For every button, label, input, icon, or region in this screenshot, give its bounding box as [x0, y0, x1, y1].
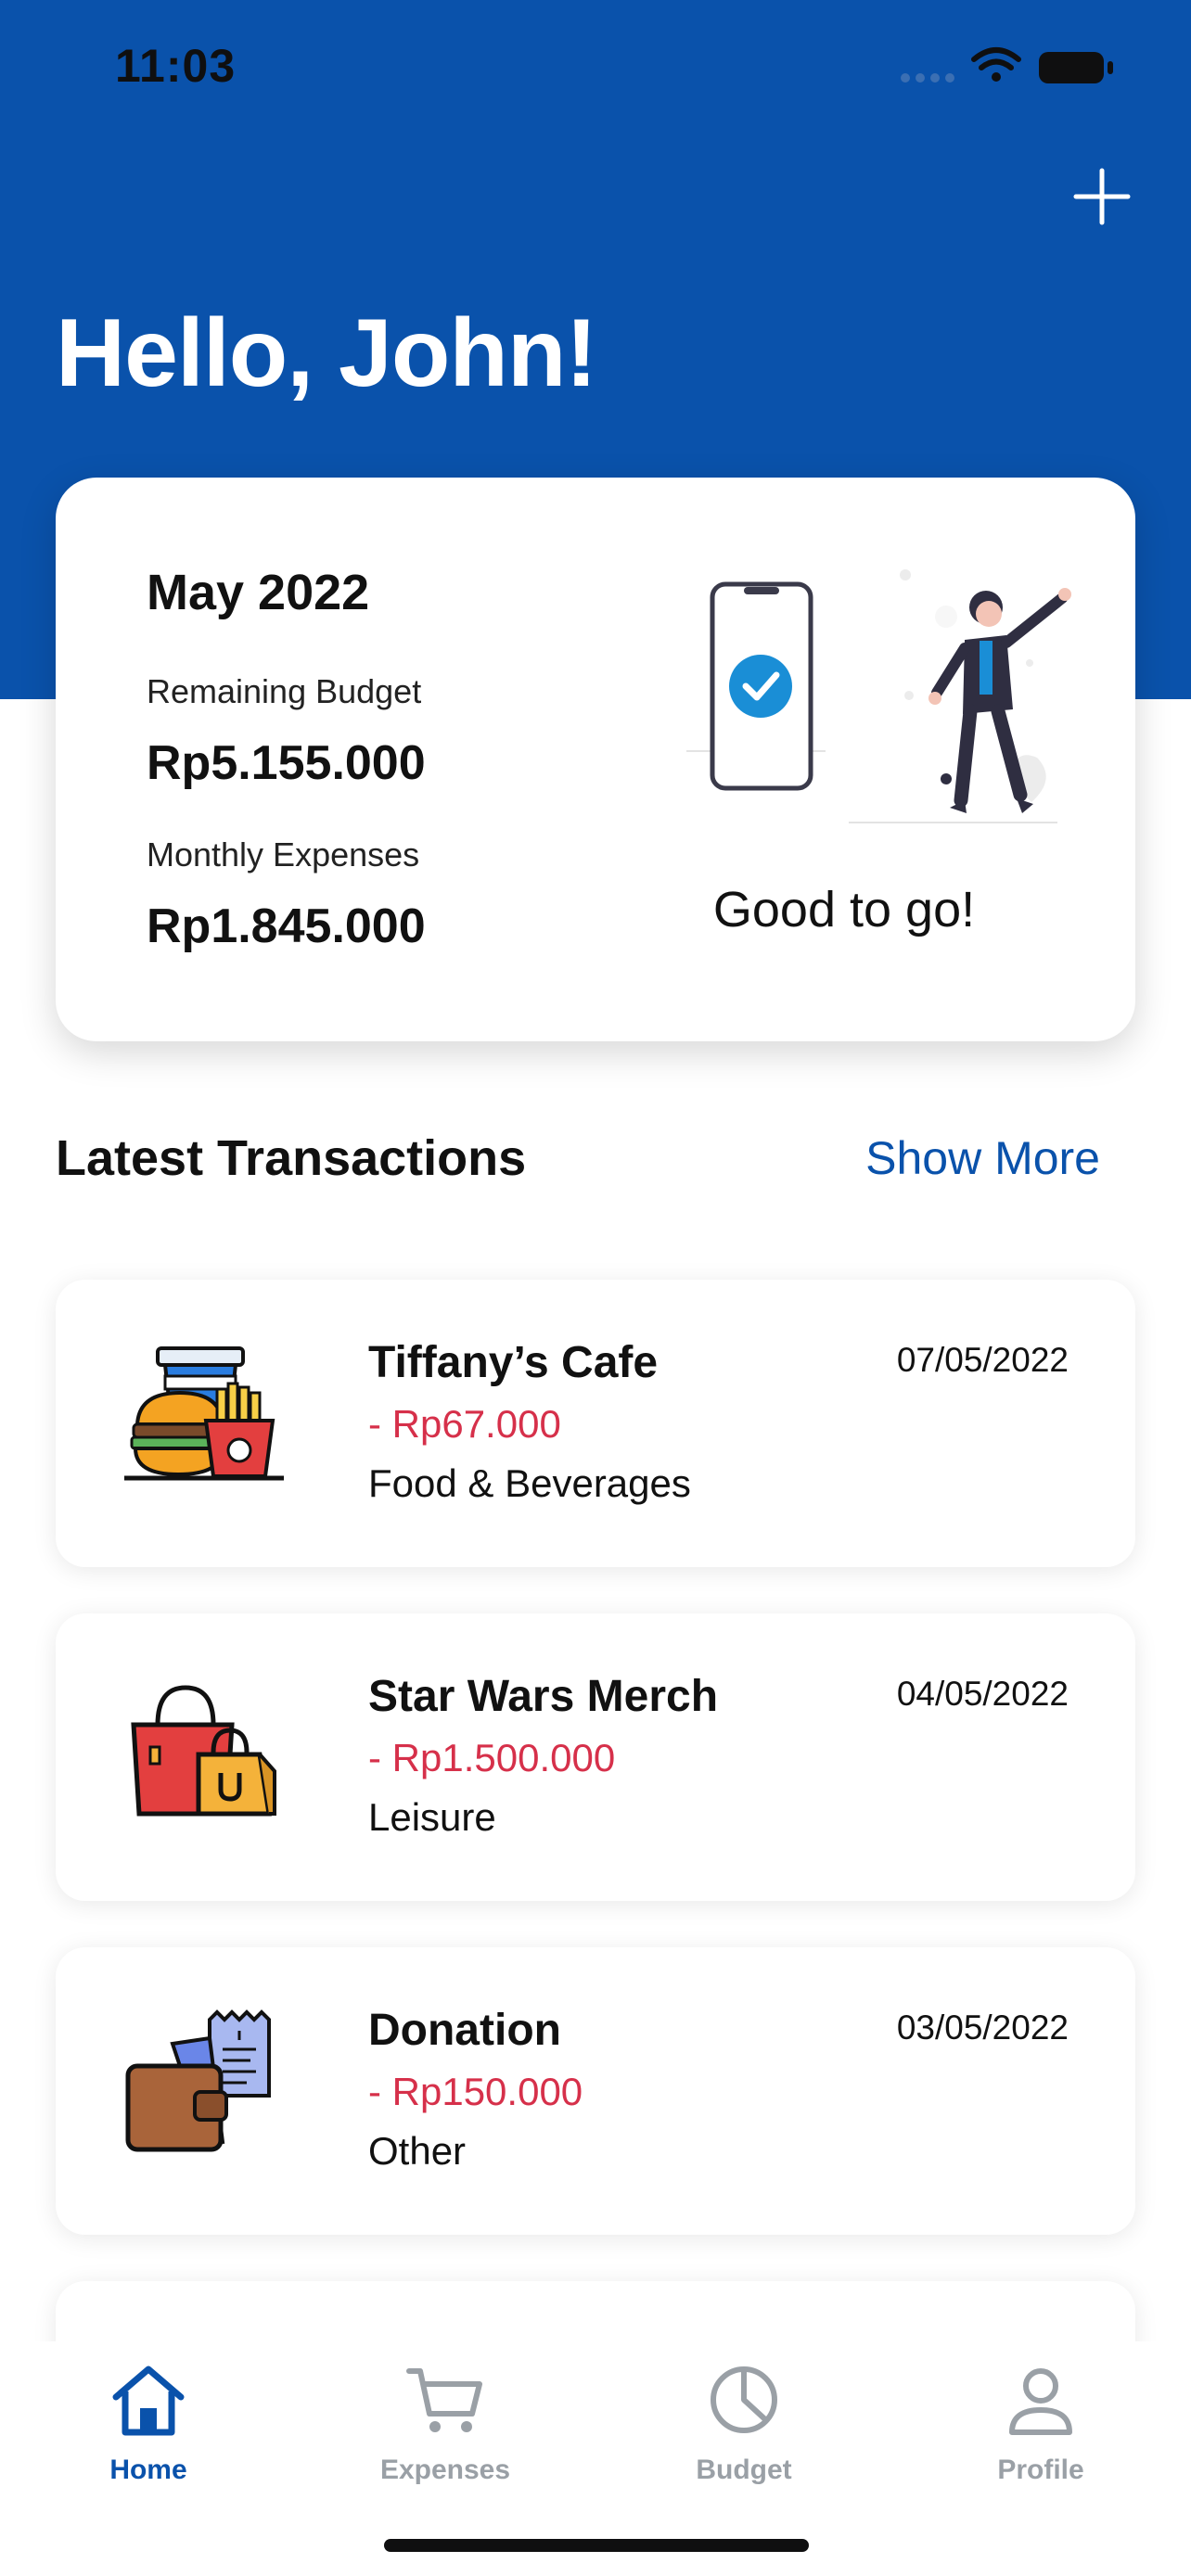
transaction-date: 04/05/2022 — [896, 1675, 1069, 1713]
transaction-name: Star Wars Merch — [368, 1672, 719, 1721]
latest-transactions-title: Latest Transactions — [56, 1130, 527, 1186]
transaction-amount: - Rp150.000 — [368, 2070, 583, 2113]
transaction-card[interactable]: Tiffany’s Cafe - Rp67.000 Food & Beverag… — [56, 1280, 1135, 1567]
transaction-category: Food & Beverages — [368, 1461, 691, 1505]
transaction-card[interactable]: Donation - Rp150.000 Other 03/05/2022 — [56, 1947, 1135, 2235]
transaction-category: Other — [368, 2129, 467, 2173]
summary-month: May 2022 — [147, 565, 370, 620]
remaining-budget-value: Rp5.155.000 — [147, 736, 426, 790]
transaction-amount: - Rp67.000 — [368, 1402, 561, 1446]
phone-check-illustration — [686, 569, 1071, 823]
status-icons — [901, 47, 1113, 83]
transaction-name: Tiffany’s Cafe — [368, 1338, 659, 1387]
user-icon — [1009, 2368, 1072, 2435]
food-icon — [124, 1346, 284, 1481]
plus-icon — [1073, 168, 1131, 225]
transaction-card[interactable]: Star Wars Merch - Rp1.500.000 Leisure 04… — [56, 1613, 1135, 1901]
status-time: 11:03 — [115, 40, 237, 92]
tab-expenses[interactable]: Expenses — [343, 2358, 547, 2497]
battery-icon — [1039, 52, 1113, 83]
transaction-amount: - Rp1.500.000 — [368, 1736, 616, 1779]
budget-summary-card: May 2022 Remaining Budget Rp5.155.000 Mo… — [56, 478, 1135, 1041]
transaction-category: Leisure — [368, 1795, 496, 1839]
tab-label: Expenses — [379, 2455, 511, 2485]
home-icon — [112, 2366, 185, 2436]
tab-label: Budget — [696, 2455, 792, 2485]
tab-profile[interactable]: Profile — [939, 2358, 1143, 2497]
wallet-receipt-icon — [125, 2009, 271, 2152]
wifi-dot-icon — [992, 72, 1001, 82]
monthly-expenses-label: Monthly Expenses — [147, 835, 420, 874]
greeting-title: Hello, John! — [56, 300, 597, 407]
transaction-date: 03/05/2022 — [896, 2009, 1069, 2047]
tab-label: Home — [109, 2455, 187, 2485]
monthly-expenses-value: Rp1.845.000 — [147, 899, 426, 953]
tab-home[interactable]: Home — [46, 2358, 250, 2497]
add-button[interactable] — [1069, 163, 1135, 230]
pie-chart-icon — [711, 2366, 777, 2433]
transaction-date: 07/05/2022 — [896, 1341, 1069, 1379]
signal-icon — [901, 73, 954, 83]
budget-status-text: Good to go! — [712, 882, 976, 937]
shopping-bags-icon — [131, 1685, 276, 1817]
tab-budget[interactable]: Budget — [642, 2358, 846, 2497]
show-more-link[interactable]: Show More — [865, 1131, 1100, 1185]
transaction-name: Donation — [368, 2006, 561, 2055]
home-indicator[interactable] — [384, 2539, 809, 2552]
cart-icon — [406, 2368, 482, 2432]
wifi-icon — [971, 47, 1021, 70]
remaining-budget-label: Remaining Budget — [147, 672, 422, 710]
tab-label: Profile — [997, 2455, 1084, 2485]
